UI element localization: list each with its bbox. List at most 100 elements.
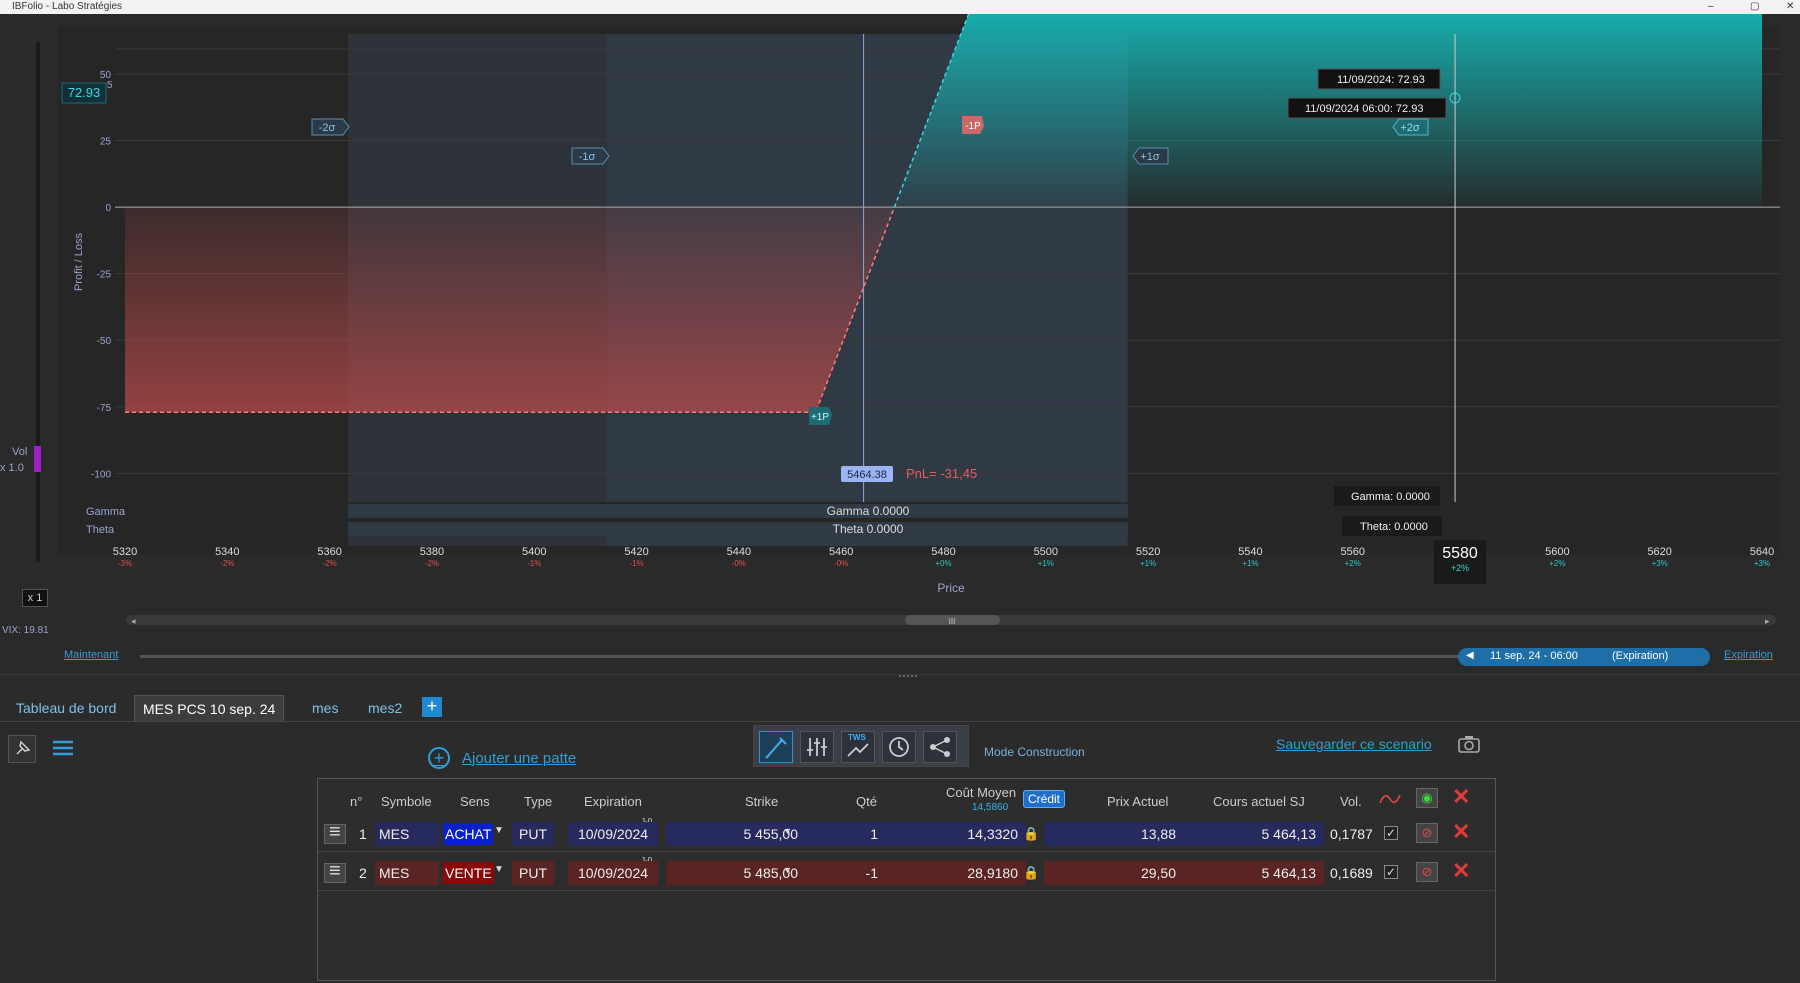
pin-icon[interactable] [8, 735, 36, 763]
tab-mes[interactable]: mes [304, 695, 346, 721]
minimize-button[interactable]: – [1708, 0, 1714, 13]
chip-left-arrow-icon[interactable]: ◀ [1466, 650, 1474, 661]
splitter-handle[interactable] [899, 675, 917, 679]
y-tick-label: -75 [97, 403, 112, 414]
cell-qte[interactable]: -1 [806, 861, 886, 885]
history-button[interactable] [882, 731, 916, 763]
sens-dropdown-icon[interactable]: ▼ [494, 864, 504, 875]
cell-cout[interactable]: 28,9180 [886, 861, 1026, 885]
cell-n: 1 [359, 826, 367, 842]
tab-dashboard[interactable]: Tableau de bord [8, 695, 124, 721]
pnl-chart[interactable]: 50250-25-50-75-100 5320-3%5340-2%5360-2%… [0, 14, 1800, 674]
eye-icon[interactable]: ◉ [1416, 788, 1438, 808]
col-type: Type [524, 794, 553, 809]
x-tick-pct: -2% [323, 559, 337, 568]
hide-leg-icon[interactable]: ⊘ [1416, 862, 1438, 882]
gamma-tooltip-text: Gamma: 0.0000 [1351, 491, 1430, 503]
timeline-chip[interactable]: ◀ 11 sep. 24 - 06:00 (Expiration) [1458, 648, 1710, 666]
chip-date: 11 sep. 24 - 06:00 [1490, 650, 1578, 662]
delete-all-icon[interactable]: ✕ [1452, 784, 1470, 810]
tab-mes-pcs[interactable]: MES PCS 10 sep. 24 [134, 695, 285, 721]
long-leg-marker[interactable]: +1P [809, 407, 832, 425]
cell-sens[interactable]: ACHAT [443, 823, 494, 845]
hover-price-text: 5580 [1442, 545, 1478, 562]
add-leg-label: Ajouter une patte [462, 749, 577, 767]
share-button[interactable] [923, 731, 957, 763]
theta-center: Theta 0.0000 [833, 522, 904, 536]
mode-toolbar: TWS [753, 725, 969, 767]
scroll-left-arrow[interactable]: ◂ [131, 616, 136, 626]
y-tick-label: -100 [91, 469, 111, 480]
delete-row-icon[interactable]: ✕ [1452, 819, 1470, 845]
maximize-button[interactable]: ▢ [1750, 0, 1759, 13]
theta-tooltip-text: Theta: 0.0000 [1360, 521, 1428, 533]
tws-button[interactable]: TWS [841, 731, 875, 763]
x-tick-label: 5360 [317, 546, 341, 558]
gamma-band [348, 504, 1128, 518]
cell-expiration[interactable]: 10/09/2024 [568, 861, 658, 885]
short-leg-marker[interactable]: -1P [962, 116, 984, 134]
x-tick-pct: -1% [629, 559, 643, 568]
strike-dropdown-icon[interactable]: ▼ [783, 826, 792, 836]
close-window-button[interactable]: ✕ [1786, 0, 1794, 13]
y-axis-label: Profit / Loss [73, 232, 85, 291]
sens-dropdown-icon[interactable]: ▼ [494, 825, 504, 836]
x-tick-pct: +3% [1754, 559, 1770, 568]
menu-icon[interactable] [50, 737, 76, 759]
current-price-text: 5464.38 [847, 469, 887, 481]
drag-handle-icon[interactable] [324, 860, 346, 883]
col-strike: Strike [745, 794, 779, 809]
lock-icon[interactable]: 🔒 [1023, 826, 1039, 844]
x-tick-pct: -2% [425, 559, 439, 568]
cell-symbole[interactable]: MES [375, 822, 439, 846]
y-tick-label: -25 [97, 270, 112, 281]
cell-cout[interactable]: 14,3320 [886, 822, 1026, 846]
lock-icon[interactable]: 🔒 [1023, 865, 1039, 883]
construction-mode-button[interactable] [759, 731, 793, 763]
table-row[interactable]: 1 MES ACHAT ▼ PUT J-0 10/09/2024 5 455,0… [318, 814, 1495, 852]
save-scenario-link[interactable]: Sauvegarder ce scenario [1276, 736, 1432, 752]
tab-mes2[interactable]: mes2 [360, 695, 410, 721]
timeline-bar: Maintenant ◀ 11 sep. 24 - 06:00 (Expirat… [0, 645, 1800, 669]
cell-type[interactable]: PUT [512, 861, 554, 885]
add-leg-button[interactable]: + Ajouter une patte [428, 747, 576, 769]
x-tick-pct: +1% [1038, 559, 1054, 568]
title-bar: IBFolio - Labo Stratégies – ▢ ✕ [0, 0, 1800, 14]
x-tick-label: 5640 [1750, 546, 1774, 558]
cell-qte[interactable]: 1 [806, 822, 886, 846]
cell-type[interactable]: PUT [512, 822, 554, 846]
x-axis-label: Price [937, 581, 965, 595]
x-tick-pct: -0% [732, 559, 746, 568]
x-tick-label: 5540 [1238, 546, 1262, 558]
col-symbole: Symbole [381, 794, 432, 809]
table-row[interactable]: 2 MES VENTE ▼ PUT J-0 10/09/2024 5 485,0… [318, 853, 1495, 891]
row-checkbox[interactable]: ✓ [1384, 865, 1398, 879]
add-tab-button[interactable]: + [422, 697, 442, 717]
timeline-track[interactable] [140, 655, 1460, 658]
timeline-expiration-link[interactable]: Expiration [1724, 649, 1773, 661]
col-cours: Cours actuel SJ [1213, 794, 1305, 809]
cell-n: 2 [359, 865, 367, 881]
drag-handle-icon[interactable] [324, 821, 346, 844]
gamma-label: Gamma [86, 506, 126, 518]
row-checkbox[interactable]: ✓ [1384, 826, 1398, 840]
x-tick-label: 5500 [1034, 546, 1058, 558]
cell-sens[interactable]: VENTE [443, 862, 494, 884]
sigma-label-p1: +1σ [1132, 147, 1169, 165]
delete-row-icon[interactable]: ✕ [1452, 858, 1470, 884]
timeline-now-link[interactable]: Maintenant [64, 649, 118, 661]
strike-dropdown-icon[interactable]: ▼ [783, 865, 792, 875]
cell-symbole[interactable]: MES [375, 861, 439, 885]
hide-leg-icon[interactable]: ⊘ [1416, 823, 1438, 843]
cell-expiration[interactable]: 10/09/2024 [568, 822, 658, 846]
credit-badge[interactable]: Crédit [1023, 790, 1066, 808]
scroll-right-arrow[interactable]: ▸ [1765, 616, 1770, 626]
adjust-sliders-button[interactable] [800, 731, 834, 763]
camera-icon[interactable] [1456, 733, 1482, 755]
col-sens: Sens [460, 794, 490, 809]
x-tick-pct: -3% [118, 559, 132, 568]
tooltip-time-text: 11/09/2024 06:00: 72.93 [1305, 103, 1423, 115]
chart-toggle-icon[interactable] [1378, 789, 1402, 807]
cell-prix: 13,88 [1044, 822, 1184, 846]
col-cout: Coût Moyen [946, 785, 1017, 800]
